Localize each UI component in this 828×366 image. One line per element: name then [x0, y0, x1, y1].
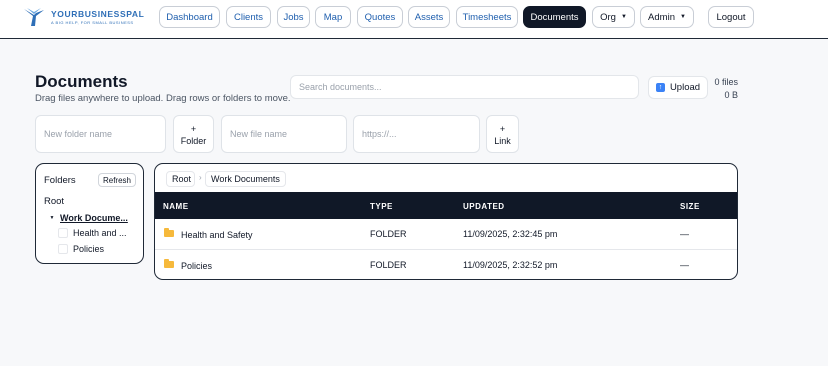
admin-label: Admin [648, 11, 675, 23]
tree-root[interactable]: Root [44, 196, 64, 207]
caret-down-icon[interactable]: ▼ [48, 215, 56, 221]
tree-item-label: Health and ... [73, 227, 127, 238]
url-input[interactable] [353, 115, 480, 153]
org-dropdown[interactable]: Org ▼ [592, 6, 635, 28]
tree-item-label: Policies [73, 243, 105, 254]
upload-label: Upload [669, 82, 701, 93]
caret-down-icon: ▼ [620, 14, 627, 20]
row-name[interactable]: Health and Safety [181, 230, 253, 240]
org-label: Org [600, 11, 616, 23]
add-folder-label: Folder [180, 136, 207, 146]
row-name[interactable]: Policies [181, 261, 212, 271]
page-title: Documents [35, 72, 128, 91]
caret-down-icon: ▼ [679, 14, 686, 20]
nav-timesheets[interactable]: Timesheets [456, 6, 518, 28]
file-count: 0 files [714, 77, 738, 87]
brand-mark-icon [24, 8, 44, 26]
folder-icon [164, 259, 174, 268]
tree-item-health-and-safety[interactable]: Health and ... [58, 226, 127, 239]
tree-item-box [58, 227, 68, 238]
plus-icon: + [190, 124, 197, 134]
top-nav: YOURBUSINESSPAL A BIG HELP, FOR SMALL BU… [0, 0, 828, 39]
chevron-right-icon: › [199, 173, 202, 182]
add-link-button[interactable]: + Link [486, 115, 519, 153]
tree-item-work-documents[interactable]: ▼ Work Docume... [48, 211, 128, 224]
admin-dropdown[interactable]: Admin ▼ [640, 6, 694, 28]
new-folder-input[interactable] [35, 115, 166, 153]
total-size: 0 B [724, 90, 738, 100]
folders-title: Folders [44, 175, 76, 186]
tree-item-box [58, 243, 68, 254]
breadcrumb-root[interactable]: Root [166, 171, 195, 187]
folder-icon [164, 228, 174, 237]
table-header: NAME TYPE UPDATED SIZE [155, 192, 737, 219]
brand-logo[interactable]: YOURBUSINESSPAL A BIG HELP, FOR SMALL BU… [23, 6, 147, 28]
breadcrumb-current[interactable]: Work Documents [205, 171, 286, 187]
column-type[interactable]: TYPE [370, 202, 393, 211]
column-updated[interactable]: UPDATED [463, 202, 505, 211]
row-size: — [680, 260, 689, 270]
column-size[interactable]: SIZE [680, 202, 700, 211]
search-input[interactable] [290, 75, 639, 99]
plus-icon: + [499, 124, 506, 134]
nav-dashboard[interactable]: Dashboard [159, 6, 220, 28]
add-folder-button[interactable]: + Folder [173, 115, 214, 153]
nav-clients[interactable]: Clients [226, 6, 271, 28]
column-name[interactable]: NAME [163, 202, 189, 211]
nav-quotes[interactable]: Quotes [357, 6, 403, 28]
nav-documents[interactable]: Documents [523, 6, 586, 28]
upload-icon: ↑ [655, 83, 665, 92]
nav-assets[interactable]: Assets [408, 6, 450, 28]
folders-panel: Folders Refresh Root ▼ Work Docume... He… [35, 163, 144, 264]
nav-jobs[interactable]: Jobs [277, 6, 310, 28]
tree-item-label: Work Docume... [60, 212, 128, 223]
row-updated: 11/09/2025, 2:32:45 pm [463, 229, 558, 239]
table-row[interactable]: Policies FOLDER 11/09/2025, 2:32:52 pm — [155, 250, 737, 279]
page-subtitle: Drag files anywhere to upload. Drag rows… [35, 93, 291, 104]
row-type: FOLDER [370, 229, 407, 239]
table-row[interactable]: Health and Safety FOLDER 11/09/2025, 2:3… [155, 219, 737, 250]
refresh-button[interactable]: Refresh [98, 173, 136, 187]
brand-name: YOURBUSINESSPAL [51, 9, 145, 19]
nav-map[interactable]: Map [315, 6, 351, 28]
row-type: FOLDER [370, 260, 407, 270]
new-file-input[interactable] [221, 115, 347, 153]
add-link-label: Link [494, 136, 511, 146]
tree-item-policies[interactable]: Policies [58, 242, 104, 255]
upload-button[interactable]: ↑ Upload [648, 76, 708, 99]
brand-tagline: A BIG HELP, FOR SMALL BUSINESS [51, 20, 134, 25]
row-updated: 11/09/2025, 2:32:52 pm [463, 260, 558, 270]
logout-button[interactable]: Logout [708, 6, 754, 28]
row-size: — [680, 229, 689, 239]
files-panel: Root › Work Documents NAME TYPE UPDATED … [154, 163, 738, 280]
